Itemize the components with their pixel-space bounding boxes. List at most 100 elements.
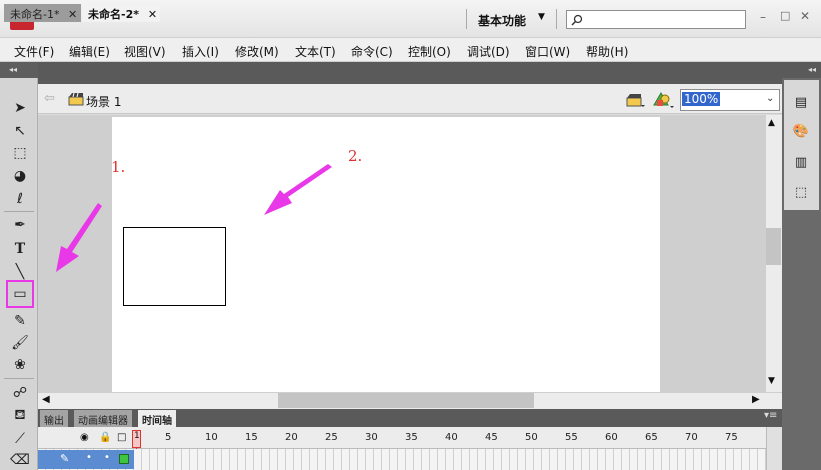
annotation-arrow-1 bbox=[56, 203, 102, 272]
frame-number: 65 bbox=[645, 432, 658, 443]
frame-number: 70 bbox=[685, 432, 698, 443]
expand-arrows-icon[interactable]: ◂◂ bbox=[782, 62, 821, 78]
back-arrow-icon[interactable]: ⇦ bbox=[44, 91, 55, 106]
frame-number: 55 bbox=[565, 432, 578, 443]
divider bbox=[4, 378, 34, 379]
menu-file[interactable]: 文件(F) bbox=[14, 43, 54, 60]
chevron-down-icon[interactable]: ⌄ bbox=[766, 93, 774, 104]
close-icon[interactable]: ✕ bbox=[148, 8, 157, 21]
annotation-label-1: 1. bbox=[111, 158, 126, 176]
tab-untitled-2[interactable]: 未命名-2* ✕ bbox=[82, 4, 160, 22]
menu-window[interactable]: 窗口(W) bbox=[525, 43, 570, 60]
eye-icon[interactable]: ◉ bbox=[80, 432, 89, 443]
frame-number: 50 bbox=[525, 432, 538, 443]
properties-panel-icon[interactable]: ▤ bbox=[790, 92, 812, 112]
library-panel-icon[interactable]: ▥ bbox=[790, 152, 812, 172]
zoom-value[interactable]: 100% bbox=[682, 92, 721, 106]
rectangle-tool-icon[interactable]: ▭ bbox=[6, 280, 34, 308]
search-input[interactable] bbox=[566, 10, 746, 29]
lasso-tool-icon[interactable]: ℓ bbox=[8, 189, 32, 209]
frame-number: 25 bbox=[325, 432, 338, 443]
divider bbox=[4, 211, 34, 212]
annotation-arrow-2 bbox=[264, 164, 332, 215]
pencil-icon: ✎ bbox=[60, 452, 70, 465]
paint-bucket-tool-icon[interactable]: ⛾ bbox=[8, 406, 32, 426]
menu-commands[interactable]: 命令(C) bbox=[351, 43, 393, 60]
text-tool-icon[interactable]: T bbox=[8, 239, 32, 259]
scrollbar-thumb[interactable] bbox=[766, 228, 781, 265]
chevron-down-icon[interactable]: ▼ bbox=[768, 376, 775, 386]
menu-control[interactable]: 控制(O) bbox=[408, 43, 451, 60]
menu-bar: 文件(F) 编辑(E) 视图(V) 插入(I) 修改(M) 文本(T) 命令(C… bbox=[0, 38, 821, 62]
subselection-tool-icon[interactable]: ↖ bbox=[8, 121, 32, 141]
close-icon[interactable]: ✕ bbox=[68, 8, 77, 21]
lock-dot-icon[interactable]: • bbox=[104, 452, 110, 463]
flash-window: Fl 基本功能 ▼ – □ ✕ 文件(F) 编辑(E) 视图(V) 插入(I) … bbox=[0, 0, 821, 470]
layer-row[interactable]: ✎ • • bbox=[38, 450, 134, 469]
menu-insert[interactable]: 插入(I) bbox=[182, 43, 219, 60]
menu-debug[interactable]: 调试(D) bbox=[467, 43, 510, 60]
frame-number: 10 bbox=[205, 432, 218, 443]
panel-menu-icon[interactable]: ▾≡ bbox=[764, 410, 777, 421]
frame-number: 5 bbox=[165, 432, 172, 443]
menu-edit[interactable]: 编辑(E) bbox=[69, 43, 110, 60]
menu-modify[interactable]: 修改(M) bbox=[235, 43, 279, 60]
tab-timeline[interactable]: 时间轴 bbox=[138, 410, 176, 427]
playhead[interactable]: 1 bbox=[132, 430, 141, 448]
frame-number: 45 bbox=[485, 432, 498, 443]
edit-scene-icon[interactable] bbox=[626, 92, 646, 108]
scene-clapper-icon bbox=[68, 92, 84, 106]
timeline-frames[interactable] bbox=[38, 449, 766, 470]
frame-number: 20 bbox=[285, 432, 298, 443]
tab-motion-editor[interactable]: 动画编辑器 bbox=[74, 410, 132, 427]
outline-icon[interactable]: □ bbox=[117, 432, 126, 443]
timeline-scrollbar[interactable] bbox=[766, 427, 782, 470]
drawn-rectangle[interactable] bbox=[123, 227, 226, 306]
minimize-button[interactable]: – bbox=[760, 10, 766, 24]
chevron-up-icon[interactable]: ▲ bbox=[768, 118, 775, 128]
scrollbar-thumb[interactable] bbox=[278, 393, 534, 408]
chevron-right-icon[interactable]: ▶ bbox=[752, 394, 760, 405]
edit-symbols-icon[interactable] bbox=[652, 91, 676, 109]
brush-tool-icon[interactable]: 🖌 bbox=[8, 333, 32, 353]
tab-label: 未命名-1* bbox=[10, 8, 60, 21]
menu-help[interactable]: 帮助(H) bbox=[586, 43, 628, 60]
tab-untitled-1[interactable]: 未命名-1* ✕ bbox=[4, 4, 81, 22]
deco-tool-icon[interactable]: ❀ bbox=[8, 355, 32, 375]
lock-icon[interactable]: 🔒 bbox=[99, 432, 111, 443]
frame-number: 30 bbox=[365, 432, 378, 443]
selection-tool-icon[interactable]: ➤ bbox=[8, 98, 32, 118]
frame-number: 75 bbox=[725, 432, 738, 443]
frame-number: 60 bbox=[605, 432, 618, 443]
eyedropper-tool-icon[interactable]: ⟋ bbox=[8, 429, 32, 449]
pencil-tool-icon[interactable]: ✎ bbox=[8, 311, 32, 331]
align-panel-icon[interactable]: ⬚ bbox=[790, 182, 812, 202]
layer-color-swatch[interactable] bbox=[119, 454, 129, 464]
chevron-left-icon[interactable]: ◀ bbox=[42, 394, 50, 405]
frame-number: 35 bbox=[405, 432, 418, 443]
visibility-dot-icon[interactable]: • bbox=[86, 452, 92, 463]
maximize-button[interactable]: □ bbox=[780, 9, 790, 22]
bone-tool-icon[interactable]: ☍ bbox=[8, 383, 32, 403]
tab-output[interactable]: 输出 bbox=[40, 410, 68, 427]
document-tabs bbox=[38, 62, 782, 84]
annotation-label-2: 2. bbox=[348, 147, 363, 165]
tab-label: 未命名-2* bbox=[88, 8, 139, 21]
collapse-arrows-icon[interactable]: ◂◂ bbox=[0, 62, 38, 78]
pen-tool-icon[interactable]: ✒ bbox=[8, 215, 32, 235]
scene-breadcrumb[interactable]: 场景 1 bbox=[86, 93, 121, 110]
color-panel-icon[interactable]: 🎨 bbox=[790, 121, 812, 141]
free-transform-tool-icon[interactable]: ⬚ bbox=[8, 143, 32, 163]
line-tool-icon[interactable]: ╲ bbox=[8, 262, 32, 282]
workspace-switcher[interactable]: 基本功能 bbox=[478, 12, 526, 29]
frame-number: 15 bbox=[245, 432, 258, 443]
menu-text[interactable]: 文本(T) bbox=[295, 43, 336, 60]
menu-view[interactable]: 视图(V) bbox=[124, 43, 166, 60]
divider bbox=[466, 9, 467, 29]
divider bbox=[556, 9, 557, 29]
frame-number: 40 bbox=[445, 432, 458, 443]
chevron-down-icon[interactable]: ▼ bbox=[538, 12, 545, 22]
close-button[interactable]: ✕ bbox=[800, 9, 810, 23]
eraser-tool-icon[interactable]: ⌫ bbox=[8, 450, 32, 470]
3d-rotation-tool-icon[interactable]: ◕ bbox=[8, 166, 32, 186]
